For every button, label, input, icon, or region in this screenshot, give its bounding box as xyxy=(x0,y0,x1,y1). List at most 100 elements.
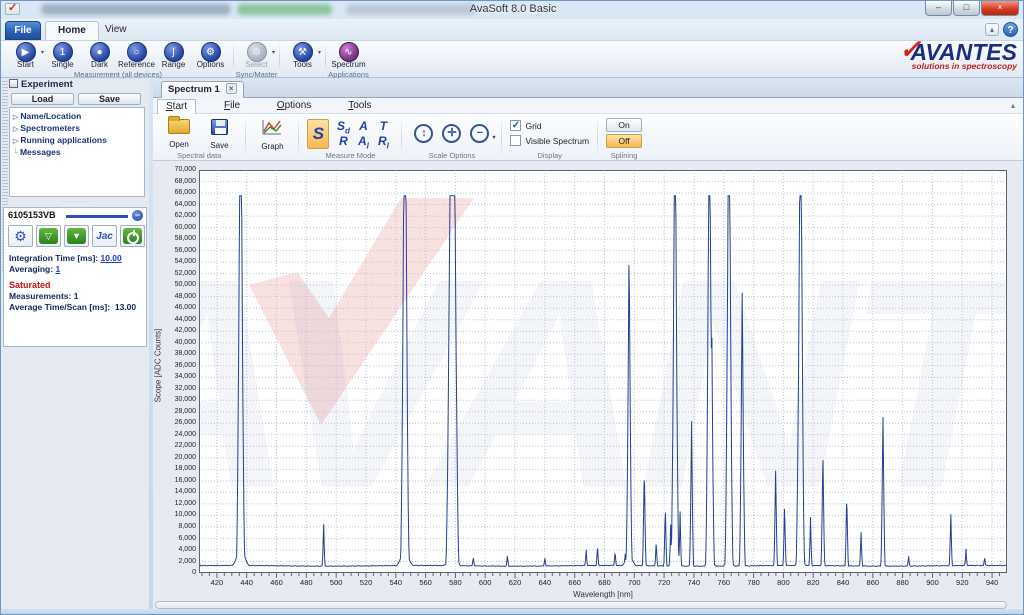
measure-mode-A[interactable]: A xyxy=(353,119,373,134)
lamp-icon[interactable]: ▽ xyxy=(36,225,61,247)
experiment-icon xyxy=(9,79,18,88)
y-tick-label: 54,000 xyxy=(153,258,196,265)
dark-bulb-icon: ● xyxy=(90,42,110,62)
y-tick-label: 24,000 xyxy=(153,431,196,438)
saturated-status: Saturated xyxy=(9,280,146,291)
measure-mode-AI[interactable]: AI xyxy=(353,134,373,149)
x-tick-label: 700 xyxy=(619,578,649,587)
measure-mode-R[interactable]: R xyxy=(333,134,353,149)
y-tick-label: 70,000 xyxy=(153,166,196,173)
averaging-value[interactable]: 1 xyxy=(55,264,60,274)
x-tick-label: 740 xyxy=(679,578,709,587)
display-group: ✓Grid Visible Spectrum Display xyxy=(502,114,597,161)
left-sidebar: Experiment Load Save ▷Name/Location ▷Spe… xyxy=(1,79,149,609)
logo-text: AVANTES xyxy=(867,41,1017,63)
spectrum-wave-icon: ∿ xyxy=(339,42,359,62)
reference-bulb-icon: ○ xyxy=(127,42,147,62)
setup-gear-icon[interactable]: ⚙ xyxy=(8,225,33,247)
unzoom-dropdown-icon[interactable]: ▾ xyxy=(492,131,495,146)
tree-item-messages[interactable]: └Messages xyxy=(13,147,144,159)
x-tick-label: 780 xyxy=(739,578,769,587)
status-bar xyxy=(1,609,1024,615)
inner-tab-tools[interactable]: Tools xyxy=(340,99,379,114)
visible-spectrum-checkbox[interactable] xyxy=(510,135,521,146)
x-tick-label: 560 xyxy=(411,578,441,587)
horizontal-scrollbar[interactable] xyxy=(155,601,1007,609)
x-tick-label: 420 xyxy=(202,578,232,587)
y-tick-label: 66,000 xyxy=(153,189,196,196)
inner-tab-start[interactable]: Start xyxy=(157,99,196,114)
help-icon[interactable]: ? xyxy=(1003,22,1018,37)
x-tick-label: 480 xyxy=(291,578,321,587)
save-button[interactable]: Save xyxy=(78,93,141,105)
close-button[interactable]: × xyxy=(981,1,1019,16)
grid-checkbox[interactable]: ✓ xyxy=(510,120,521,131)
start-button[interactable]: ▶▾Start xyxy=(7,42,44,72)
save-spectrum-button[interactable]: Save xyxy=(201,116,237,150)
open-button[interactable]: Open xyxy=(161,116,197,149)
collapse-toolbar-icon[interactable]: ▴ xyxy=(1011,101,1015,110)
tree-item-name-location[interactable]: ▷Name/Location xyxy=(13,111,144,123)
x-axis-labels: 4204404604805005205405605806006206406606… xyxy=(199,578,1007,588)
graph-button[interactable]: Graph xyxy=(254,116,290,151)
select-button: ⚙▾Select xyxy=(238,42,275,72)
ribbon-group: ∿SpectrumApplications xyxy=(326,41,371,79)
x-tick-label: 900 xyxy=(918,578,948,587)
load-button[interactable]: Load xyxy=(11,93,74,105)
panel-splitter[interactable]: ·········· xyxy=(9,200,145,205)
y-tick-label: 50,000 xyxy=(153,281,196,288)
averaging-row: Averaging: 1 xyxy=(9,264,146,275)
filter-funnel-icon[interactable]: ▼ xyxy=(64,225,89,247)
graph-group: Graph xyxy=(246,114,298,161)
y-tick-label: 58,000 xyxy=(153,235,196,242)
unzoom-icon[interactable]: −▾ xyxy=(470,124,489,143)
y-tick-label: 64,000 xyxy=(153,201,196,208)
x-tick-label: 820 xyxy=(798,578,828,587)
dropdown-caret-icon[interactable]: ▾ xyxy=(318,49,321,56)
avg-scan-row: Average Time/Scan [ms]: 13.00 xyxy=(9,302,146,313)
splining-off-button[interactable]: Off xyxy=(606,134,642,148)
tab-home[interactable]: Home xyxy=(45,21,99,40)
tree-item-running-applications[interactable]: ▷Running applications xyxy=(13,135,144,147)
tab-file[interactable]: File xyxy=(5,21,41,40)
x-tick-label: 680 xyxy=(590,578,620,587)
maximize-button[interactable]: □ xyxy=(953,1,980,16)
auto-integrate-icon[interactable]: Jac xyxy=(92,225,117,247)
ribbon: ▶▾Start1Single●Dark○Reference∫Range⚙Opti… xyxy=(1,40,1024,78)
y-tick-label: 20,000 xyxy=(153,454,196,461)
zoom-box-icon[interactable]: ✛ xyxy=(442,124,461,143)
x-tick-label: 720 xyxy=(649,578,679,587)
power-icon[interactable] xyxy=(120,225,145,247)
spectrum-button[interactable]: ∿Spectrum xyxy=(330,42,367,72)
x-tick-label: 440 xyxy=(232,578,262,587)
inner-tab-options[interactable]: Options xyxy=(269,99,319,114)
reference-button[interactable]: ○Reference xyxy=(118,42,155,72)
tab-view[interactable]: View xyxy=(93,21,139,40)
spectrum-plot[interactable] xyxy=(199,170,1007,573)
collapse-ribbon-icon[interactable]: ▴ xyxy=(985,23,999,36)
measure-mode-S[interactable]: S xyxy=(307,119,329,149)
device-collapse-icon[interactable]: − xyxy=(132,210,143,221)
tools-button[interactable]: ⚒▾Tools xyxy=(284,42,321,72)
device-rule xyxy=(66,215,128,218)
zoom-vertical-icon[interactable]: ↕ xyxy=(414,124,433,143)
y-tick-label: 4,000 xyxy=(153,546,196,553)
single-button[interactable]: 1Single xyxy=(44,42,81,72)
splining-on-button[interactable]: On xyxy=(606,118,642,132)
close-tab-icon[interactable]: × xyxy=(226,83,237,94)
measure-mode-RI[interactable]: RI xyxy=(373,134,393,149)
tab-spectrum-1[interactable]: Spectrum 1× xyxy=(161,81,244,98)
x-tick-label: 460 xyxy=(262,578,292,587)
y-tick-label: 14,000 xyxy=(153,488,196,495)
inner-tab-file[interactable]: File xyxy=(216,99,248,114)
ribbon-group: ▶▾Start1Single●Dark○Reference∫Range⚙Opti… xyxy=(3,41,233,79)
button-label: Single xyxy=(44,60,81,69)
range-button[interactable]: ∫Range xyxy=(155,42,192,72)
tree-item-spectrometers[interactable]: ▷Spectrometers xyxy=(13,123,144,135)
dark-button[interactable]: ●Dark xyxy=(81,42,118,72)
options-button[interactable]: ⚙Options xyxy=(192,42,229,72)
integration-time-value[interactable]: 10.00 xyxy=(100,253,121,263)
measure-mode-Sd[interactable]: Sd xyxy=(333,119,353,134)
measure-mode-T[interactable]: T xyxy=(373,119,393,134)
minimize-button[interactable]: – xyxy=(925,1,952,16)
